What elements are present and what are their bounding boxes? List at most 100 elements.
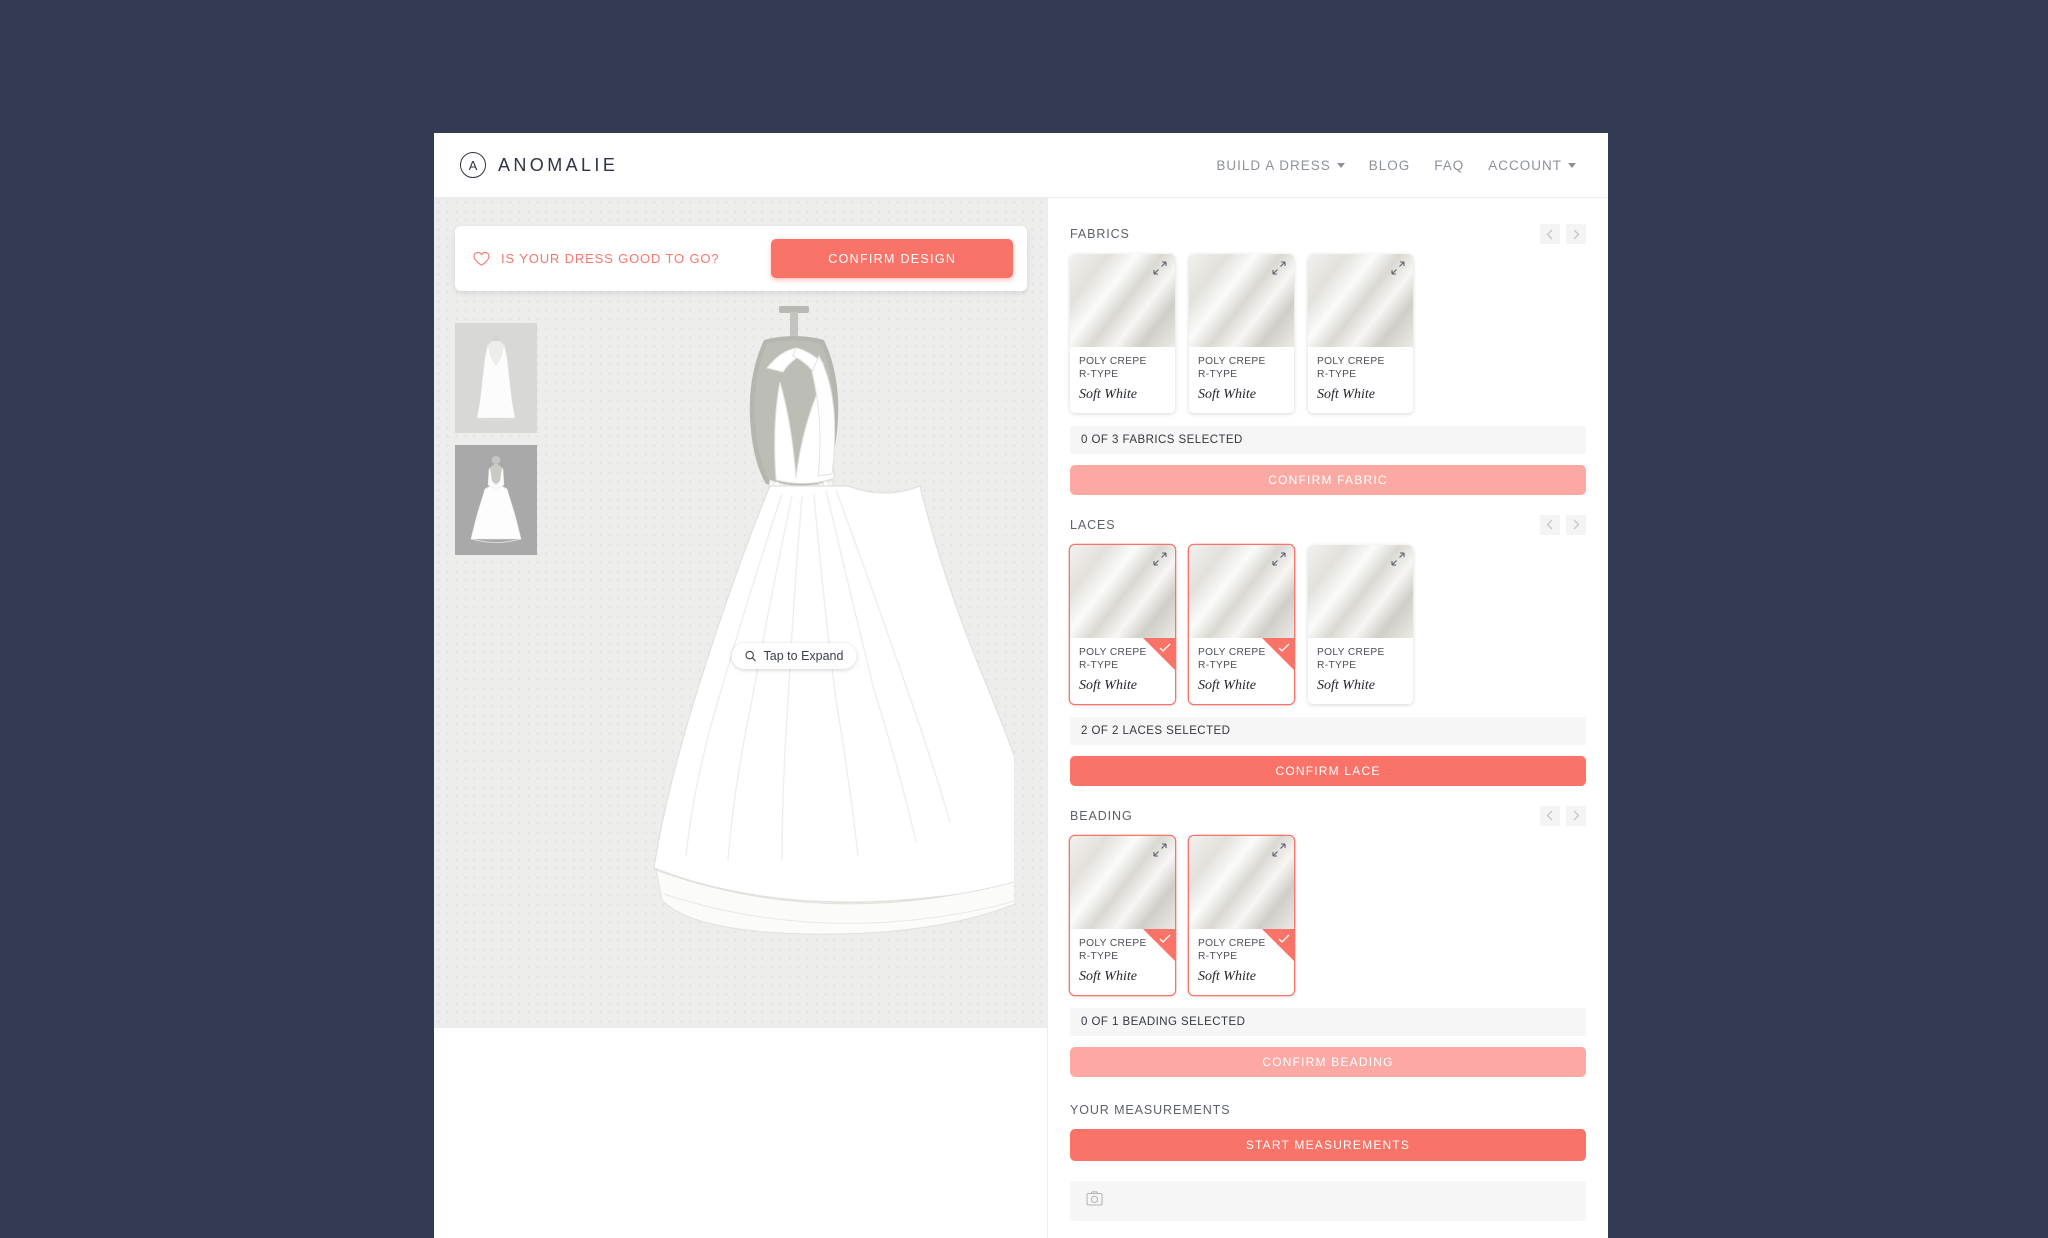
fabric-color: Soft White [1317, 386, 1375, 402]
confirm-lace-button[interactable]: CONFIRM LACE [1070, 755, 1586, 786]
fabrics-status-bar: 0 OF 3 FABRICS SELECTED [1070, 425, 1586, 454]
fabric-type-line2: R-TYPE [1198, 369, 1238, 381]
nav-item-faq[interactable]: FAQ [1434, 158, 1464, 173]
confirm-design-button[interactable]: CONFIRM DESIGN [771, 239, 1013, 278]
beading-status-bar: 0 OF 1 BEADING SELECTED [1070, 1007, 1586, 1036]
selected-check-badge [1143, 928, 1175, 961]
fabric-color: Soft White [1079, 386, 1137, 402]
expand-icon[interactable] [1271, 551, 1287, 567]
chevron-down-icon [1568, 162, 1576, 168]
confirm-design-card: IS YOUR DRESS GOOD TO GO? CONFIRM DESIGN [455, 226, 1027, 291]
lace-swatch-image [1189, 544, 1294, 638]
nav-label: BLOG [1368, 157, 1411, 173]
fabric-card[interactable]: POLY CREPE R-TYPE Soft White [1308, 254, 1413, 413]
confirm-fabric-button[interactable]: CONFIRM FABRIC [1070, 464, 1586, 495]
nav-item-blog[interactable]: BLOG [1369, 158, 1411, 173]
beading-type-line1: POLY CREPE [1079, 937, 1147, 949]
lace-meta: POLY CREPE R-TYPE Soft White [1189, 637, 1294, 704]
check-icon [1278, 643, 1290, 652]
expand-icon[interactable] [1390, 551, 1406, 567]
app-window: A ANOMALIE BUILD A DRESS BLOG FAQ ACCOUN… [434, 133, 1608, 1238]
fabric-swatch-image [1189, 254, 1294, 347]
design-preview-pane: IS YOUR DRESS GOOD TO GO? CONFIRM DESIGN [434, 198, 1053, 1238]
dress-thumbnail-back[interactable] [455, 445, 537, 555]
fabric-type-line2: R-TYPE [1079, 369, 1119, 381]
dress-thumbnail-front[interactable] [455, 323, 537, 433]
search-icon [745, 650, 756, 662]
carousel-arrows [1540, 514, 1586, 535]
confirm-beading-button[interactable]: CONFIRM BEADING [1070, 1046, 1586, 1077]
beading-next-button[interactable] [1566, 805, 1586, 826]
app-body: IS YOUR DRESS GOOD TO GO? CONFIRM DESIGN [434, 198, 1608, 1238]
beading-type-line2: R-TYPE [1079, 951, 1119, 963]
confirm-design-text: IS YOUR DRESS GOOD TO GO? [501, 251, 720, 266]
lace-meta: POLY CREPE R-TYPE Soft White [1070, 637, 1175, 704]
nav-item-build-a-dress[interactable]: BUILD A DRESS [1216, 157, 1345, 173]
beading-card[interactable]: POLY CREPE R-TYPE Soft White [1070, 835, 1175, 995]
heart-icon [473, 251, 490, 266]
photo-icon [1086, 1190, 1103, 1206]
section-measurements: YOUR MEASUREMENTS START MEASUREMENTS [1070, 1103, 1586, 1221]
expand-icon[interactable] [1271, 842, 1287, 858]
expand-icon[interactable] [1390, 260, 1406, 276]
fabric-card[interactable]: POLY CREPE R-TYPE Soft White [1070, 254, 1175, 413]
fabrics-prev-button[interactable] [1540, 224, 1560, 244]
site-header: A ANOMALIE BUILD A DRESS BLOG FAQ ACCOUN… [434, 133, 1608, 198]
confirm-design-prompt: IS YOUR DRESS GOOD TO GO? [473, 251, 719, 267]
start-measurements-button[interactable]: START MEASUREMENTS [1070, 1128, 1586, 1161]
laces-prev-button[interactable] [1540, 514, 1560, 535]
expand-icon[interactable] [1152, 842, 1168, 858]
beading-card-row: POLY CREPE R-TYPE Soft White POLY CREPE … [1070, 835, 1586, 995]
nav-item-account[interactable]: ACCOUNT [1488, 158, 1576, 173]
expand-icon[interactable] [1271, 260, 1287, 276]
beading-prev-button[interactable] [1540, 805, 1560, 826]
brand-logo[interactable]: A ANOMALIE [460, 152, 618, 178]
check-icon [1159, 643, 1171, 652]
beading-card[interactable]: POLY CREPE R-TYPE Soft White [1189, 835, 1294, 995]
laces-next-button[interactable] [1566, 514, 1586, 535]
fabric-color: Soft White [1198, 386, 1256, 402]
lace-type-line1: POLY CREPE [1198, 646, 1266, 658]
fabric-card[interactable]: POLY CREPE R-TYPE Soft White [1189, 254, 1294, 413]
beading-type-line2: R-TYPE [1198, 951, 1238, 963]
fabric-type-line2: R-TYPE [1317, 369, 1357, 381]
lace-card[interactable]: POLY CREPE R-TYPE Soft White [1070, 544, 1175, 704]
photo-upload-placeholder[interactable] [1070, 1180, 1586, 1221]
check-icon [1159, 934, 1171, 943]
anomalie-logo-icon: A [460, 152, 486, 178]
fabric-swatch-image [1070, 254, 1175, 347]
section-title-beading: BEADING [1070, 808, 1133, 823]
dress-front-illustration [476, 335, 516, 422]
section-title-fabrics: FABRICS [1070, 227, 1130, 241]
nav-label: BUILD A DRESS [1216, 157, 1331, 173]
lace-type-line1: POLY CREPE [1317, 646, 1385, 658]
lace-type-line2: R-TYPE [1317, 660, 1357, 672]
section-beading: BEADING POLY CREPE R-TYPE Soft White POL… [1070, 805, 1586, 1077]
nav-label: ACCOUNT [1488, 157, 1562, 173]
lace-color: Soft White [1079, 677, 1137, 693]
dress-preview[interactable]: Tap to Expand [574, 298, 1053, 988]
expand-icon[interactable] [1152, 551, 1168, 567]
beading-type-line1: POLY CREPE [1198, 937, 1266, 949]
carousel-arrows [1540, 224, 1586, 244]
chevron-left-icon [1546, 519, 1553, 530]
carousel-arrows [1540, 805, 1586, 826]
lace-meta: POLY CREPE R-TYPE Soft White [1308, 637, 1413, 704]
beading-color: Soft White [1198, 968, 1256, 984]
fabric-meta: POLY CREPE R-TYPE Soft White [1308, 347, 1413, 413]
chevron-left-icon [1546, 810, 1553, 821]
lace-card[interactable]: POLY CREPE R-TYPE Soft White [1189, 544, 1294, 704]
fabrics-next-button[interactable] [1566, 224, 1586, 244]
lace-card[interactable]: POLY CREPE R-TYPE Soft White [1308, 544, 1413, 704]
tap-to-expand-button[interactable]: Tap to Expand [731, 643, 857, 669]
options-pane[interactable]: FABRICS POLY CREPE R-TYPE Soft White POL… [1047, 198, 1608, 1238]
expand-icon[interactable] [1152, 260, 1168, 276]
fabric-type: POLY CREPE R-TYPE [1198, 355, 1285, 382]
fabric-card-row: POLY CREPE R-TYPE Soft White POLY CREPE … [1070, 254, 1586, 413]
lace-card-row: POLY CREPE R-TYPE Soft White POLY CREPE … [1070, 544, 1586, 704]
fabric-type-line1: POLY CREPE [1317, 356, 1385, 367]
main-nav: BUILD A DRESS BLOG FAQ ACCOUNT [1216, 158, 1576, 173]
chevron-right-icon [1573, 229, 1580, 239]
fabric-type-line1: POLY CREPE [1198, 356, 1266, 367]
nav-label: FAQ [1434, 157, 1465, 173]
